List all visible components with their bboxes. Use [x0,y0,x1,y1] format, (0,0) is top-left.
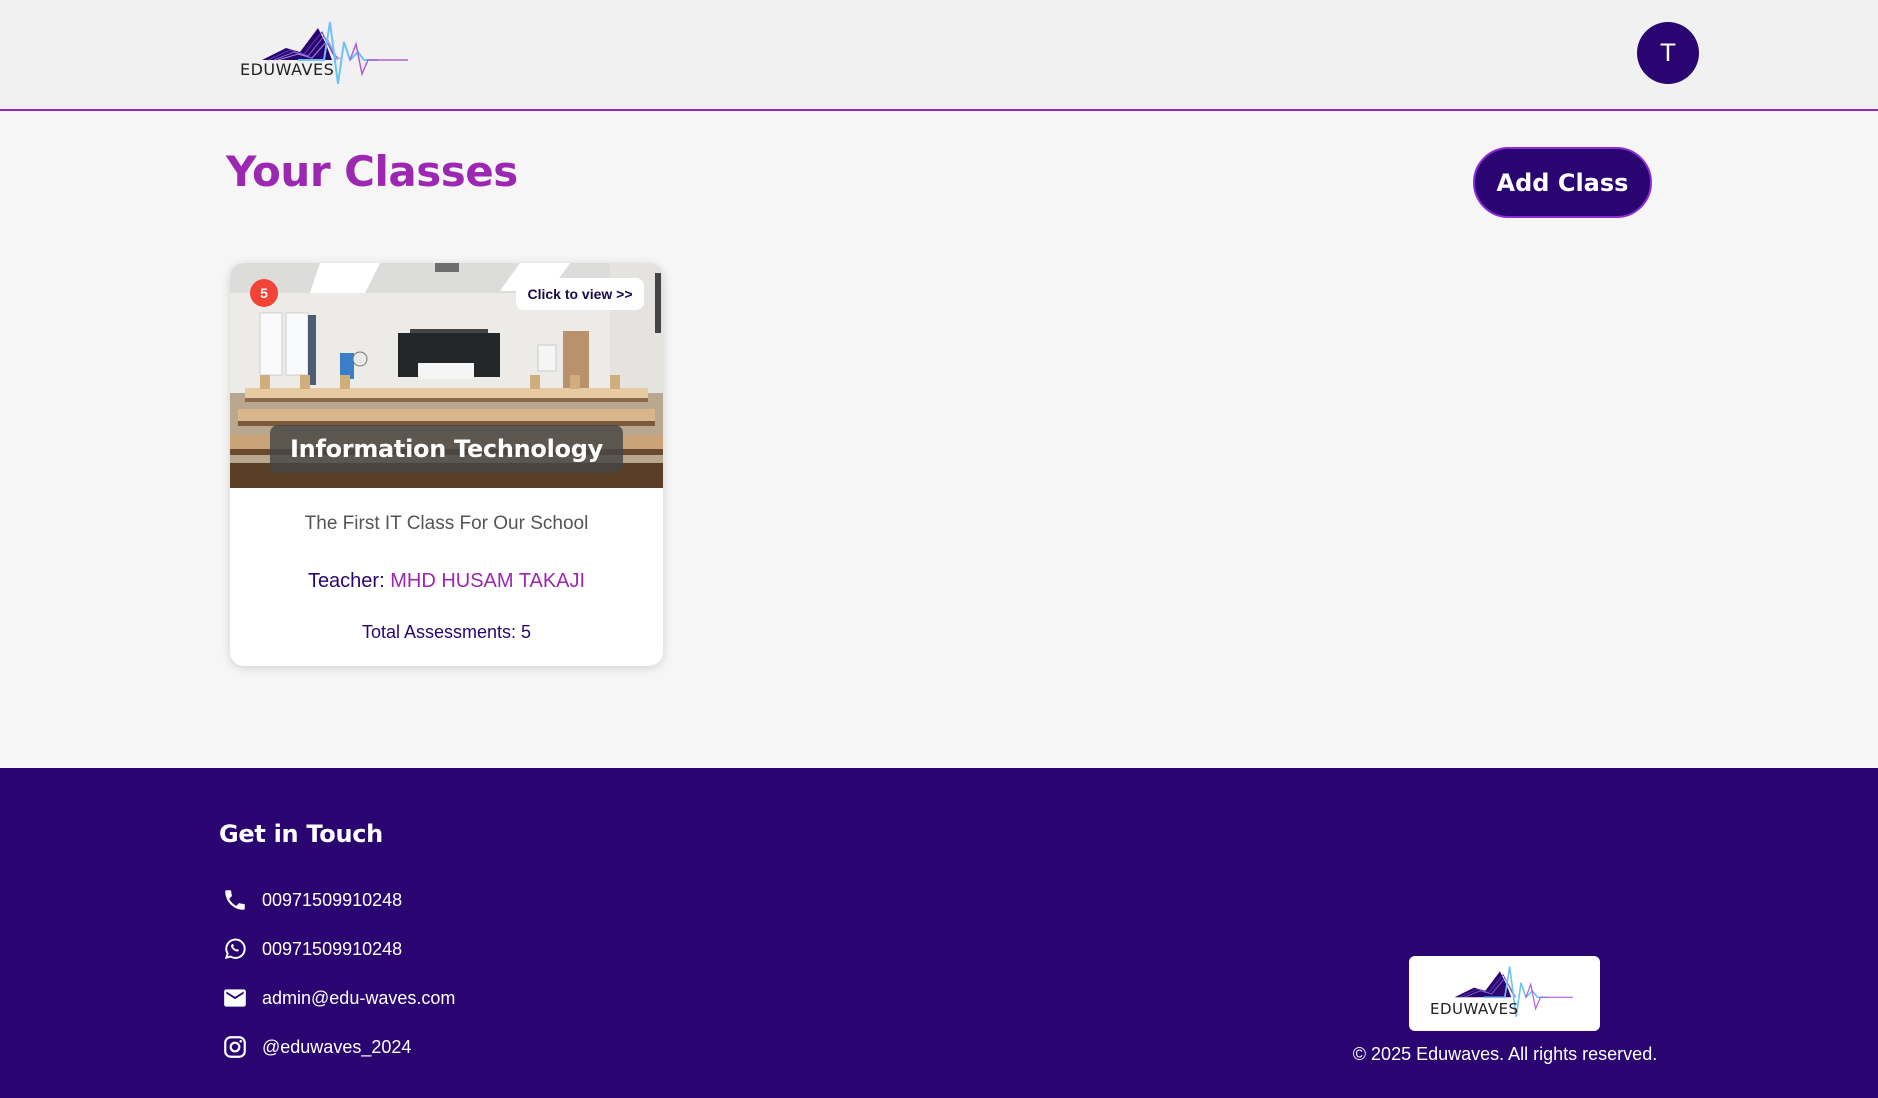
email-icon [221,984,249,1012]
assessment-count-badge: 5 [250,279,278,307]
teacher-name: MHD HUSAM TAKAJI [390,570,586,592]
footer-logo-text: EDUWAVES [1430,1000,1519,1018]
class-description: The First IT Class For Our School [304,513,589,534]
contact-instagram-text: @eduwaves_2024 [262,1036,412,1057]
teacher-label: Teacher: [307,570,385,592]
user-avatar[interactable]: T [1637,22,1699,84]
contact-whatsapp[interactable]: 00971509910248 [221,934,402,964]
eduwaves-logo[interactable]: EDUWAVES [238,14,408,88]
footer-heading: Get in Touch [219,820,383,848]
contact-phone[interactable]: 00971509910248 [221,885,402,915]
instagram-icon [221,1033,249,1061]
logo-text: EDUWAVES [240,60,335,79]
contact-email-text: admin@edu-waves.com [262,987,456,1008]
contact-phone-text: 00971509910248 [262,889,403,910]
footer-logo: EDUWAVES [1409,956,1600,1031]
phone-icon [221,886,249,914]
click-to-view-button[interactable]: Click to view >> [516,278,644,310]
site-footer: Get in Touch 00971509910248 009715099102… [0,768,1878,1098]
class-name: Information Technology [270,425,623,473]
class-teacher: Teacher: MHD HUSAM TAKAJI [230,570,663,593]
page-title: Your Classes [226,147,518,196]
class-card[interactable]: 5 Click to view >> Information Technolog… [230,263,663,666]
top-header: EDUWAVES T [0,0,1878,111]
classroom-image: 5 Click to view >> Information Technolog… [230,263,663,488]
contact-whatsapp-text: 00971509910248 [262,938,403,959]
contact-instagram[interactable]: @eduwaves_2024 [221,1032,411,1062]
whatsapp-icon [221,935,249,963]
total-assessments: Total Assessments: 5 [361,622,532,642]
add-class-button[interactable]: Add Class [1473,147,1652,218]
copyright-text: © 2025 Eduwaves. All rights reserved. [1352,1044,1658,1064]
contact-email[interactable]: admin@edu-waves.com [221,983,455,1013]
